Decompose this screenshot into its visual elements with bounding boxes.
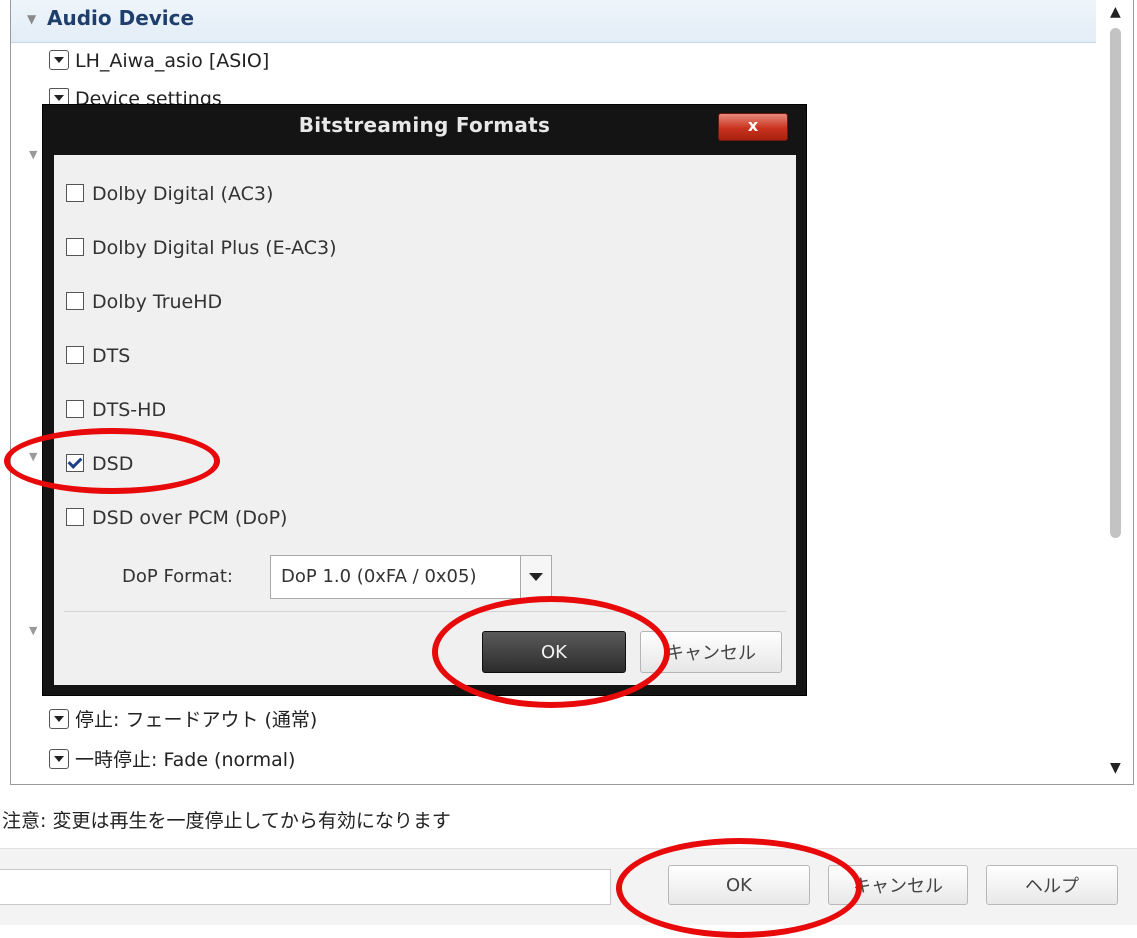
format-label: DTS <box>92 345 131 367</box>
footer-cancel-button[interactable]: キャンセル <box>828 865 968 905</box>
divider <box>64 611 786 612</box>
format-checkbox-truehd[interactable]: Dolby TrueHD <box>66 291 222 313</box>
collapse-triangle-icon[interactable]: ▼ <box>29 450 37 463</box>
device-dropdown[interactable]: LH_Aiwa_asio [ASIO] <box>49 50 269 72</box>
dialog-title: Bitstreaming Formats <box>298 113 551 137</box>
format-checkbox-dts[interactable]: DTS <box>66 345 130 367</box>
device-dropdown-label: LH_Aiwa_asio [ASIO] <box>75 50 270 72</box>
format-checkbox-dsd[interactable]: DSD <box>66 453 133 475</box>
section-title: Audio Device <box>47 6 195 30</box>
checkbox-icon[interactable] <box>66 292 84 310</box>
format-label: DSD over PCM (DoP) <box>92 507 288 529</box>
format-label: DSD <box>92 453 134 475</box>
pause-fade-label: 一時停止: Fade (normal) <box>75 749 296 771</box>
checkbox-icon[interactable] <box>66 184 84 202</box>
dop-format-select[interactable]: DoP 1.0 (0xFA / 0x05) <box>270 555 552 599</box>
checkbox-icon[interactable] <box>66 238 84 256</box>
format-label: Dolby Digital Plus (E-AC3) <box>92 237 337 259</box>
format-checkbox-dop[interactable]: DSD over PCM (DoP) <box>66 507 287 529</box>
section-header-audio-device[interactable]: ▼ Audio Device <box>11 0 1096 43</box>
footer-help-button[interactable]: ヘルプ <box>986 865 1118 905</box>
scroll-down-icon[interactable]: ▼ <box>1110 760 1121 776</box>
checkbox-icon[interactable] <box>66 508 84 526</box>
dialog-cancel-button[interactable]: キャンセル <box>640 631 782 673</box>
collapse-triangle-icon[interactable]: ▼ <box>29 148 37 161</box>
format-label: Dolby Digital (AC3) <box>92 183 274 205</box>
footer-field <box>0 869 611 905</box>
pause-fade-dropdown[interactable]: 一時停止: Fade (normal) <box>49 745 295 772</box>
scroll-thumb[interactable] <box>1110 28 1121 538</box>
vertical-scrollbar[interactable]: ▲ ▼ <box>1099 0 1133 784</box>
scroll-up-icon[interactable]: ▲ <box>1110 4 1121 20</box>
dop-format-label: DoP Format: <box>122 566 233 587</box>
stop-fade-label: 停止: フェードアウト (通常) <box>75 709 318 731</box>
dropdown-arrow-icon[interactable] <box>49 709 69 729</box>
format-checkbox-ac3[interactable]: Dolby Digital (AC3) <box>66 183 273 205</box>
dialog-ok-button[interactable]: OK <box>482 631 626 673</box>
checkbox-icon[interactable] <box>66 400 84 418</box>
format-checkbox-eac3[interactable]: Dolby Digital Plus (E-AC3) <box>66 237 337 259</box>
close-button[interactable]: x <box>718 113 788 141</box>
stop-fade-dropdown[interactable]: 停止: フェードアウト (通常) <box>49 705 317 732</box>
dropdown-arrow-icon[interactable] <box>49 749 69 769</box>
dop-format-value: DoP 1.0 (0xFA / 0x05) <box>281 566 477 587</box>
format-checkbox-dts-hd[interactable]: DTS-HD <box>66 399 166 421</box>
chevron-down-icon[interactable] <box>520 556 551 598</box>
dropdown-arrow-icon[interactable] <box>49 50 69 70</box>
collapse-triangle-icon[interactable]: ▼ <box>29 624 37 637</box>
checkbox-icon[interactable] <box>66 346 84 364</box>
dialog-body: Dolby Digital (AC3) Dolby Digital Plus (… <box>54 155 796 685</box>
footer-ok-button[interactable]: OK <box>668 865 810 905</box>
close-icon[interactable]: x <box>748 116 758 135</box>
checkbox-checked-icon[interactable] <box>66 454 84 472</box>
collapse-triangle-icon[interactable]: ▼ <box>27 12 36 26</box>
restart-note: 注意: 変更は再生を一度停止してから有効になります <box>2 810 451 832</box>
format-label: Dolby TrueHD <box>92 291 223 313</box>
format-label: DTS-HD <box>92 399 167 421</box>
bitstreaming-dialog: Bitstreaming Formats x Dolby Digital (AC… <box>42 104 807 696</box>
